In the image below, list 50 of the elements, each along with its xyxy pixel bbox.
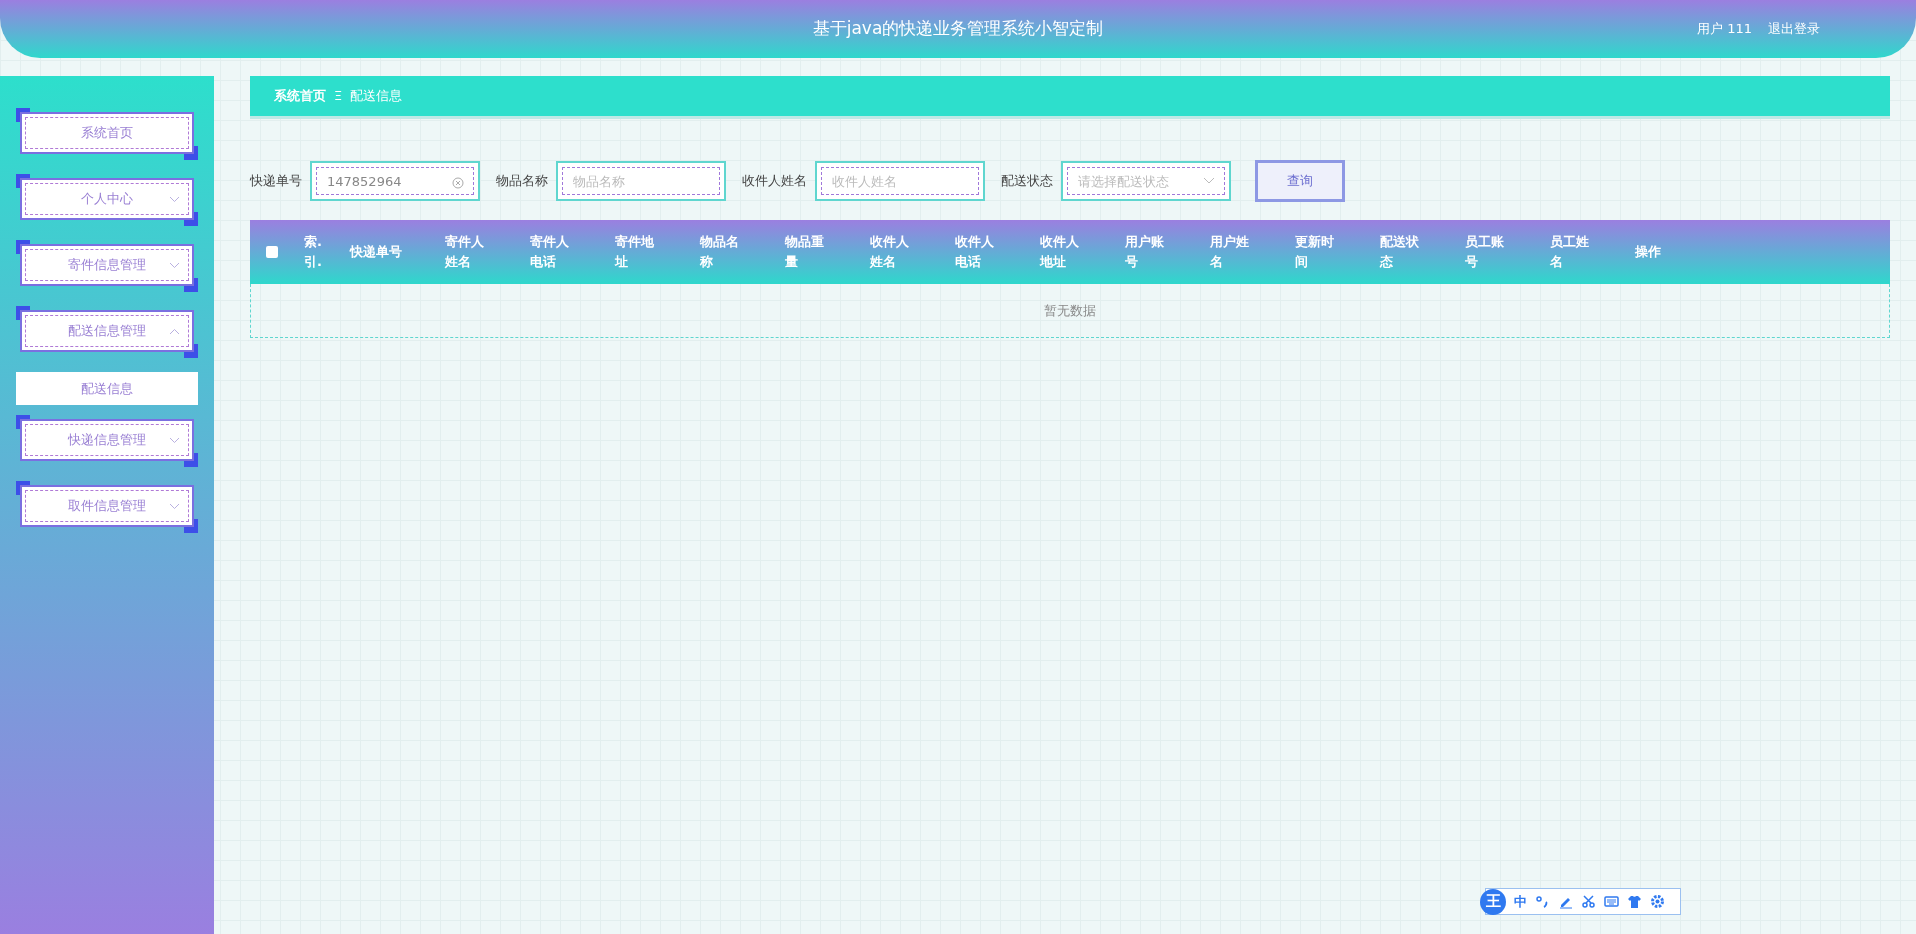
column-header[interactable]: 用户账号 xyxy=(1125,231,1166,273)
column-header[interactable]: 员工账号 xyxy=(1465,231,1506,273)
scissors-icon[interactable] xyxy=(1581,894,1596,909)
shirt-icon[interactable] xyxy=(1627,894,1642,909)
breadcrumb-item[interactable]: 系统首页 xyxy=(274,86,326,106)
column-header[interactable]: 物品重量 xyxy=(785,231,826,273)
select-all-checkbox[interactable] xyxy=(266,246,278,258)
ime-mode-toggle[interactable]: 中 xyxy=(1514,891,1527,912)
user-label: 用户 111 xyxy=(1697,20,1752,39)
search-button[interactable]: 查询 xyxy=(1255,160,1345,202)
ime-logo[interactable]: 王 xyxy=(1480,888,1506,915)
column-header[interactable]: 物品名称 xyxy=(700,231,741,273)
column-header[interactable]: 寄件人姓名 xyxy=(445,231,486,273)
menu-item[interactable]: 快递信息管理 xyxy=(20,419,194,461)
breadcrumb-separator: Ξ xyxy=(334,87,343,106)
column-header[interactable]: 索.引. xyxy=(304,231,320,273)
column-header[interactable]: 收件人电话 xyxy=(955,231,996,273)
field-label: 快递单号 xyxy=(250,172,302,191)
column-header[interactable]: 寄件地址 xyxy=(615,231,656,273)
submenu-item[interactable]: 配送信息 xyxy=(16,372,198,405)
field-label: 配送状态 xyxy=(1001,172,1053,191)
empty-message: 暂无数据 xyxy=(1044,301,1096,320)
chevron-icon xyxy=(1203,177,1215,185)
menu-item[interactable]: 系统首页 xyxy=(20,112,194,154)
menu-item[interactable]: 寄件信息管理 xyxy=(20,244,194,286)
column-header[interactable]: 更新时间 xyxy=(1295,231,1336,273)
column-header[interactable]: 用户姓名 xyxy=(1210,231,1251,273)
column-header[interactable]: 快递单号 xyxy=(350,241,402,263)
column-header[interactable]: 收件人姓名 xyxy=(870,231,911,273)
input-field[interactable]: 147852964 xyxy=(316,167,474,195)
field-label: 收件人姓名 xyxy=(742,172,807,191)
column-header[interactable]: 寄件人电话 xyxy=(530,231,571,273)
column-header[interactable]: 配送状态 xyxy=(1380,231,1421,273)
keyboard-icon[interactable] xyxy=(1604,894,1619,909)
menu-item[interactable]: 配送信息管理 xyxy=(20,310,194,352)
select-field[interactable]: 请选择配送状态 xyxy=(1067,167,1225,195)
column-header[interactable]: 操作 xyxy=(1635,241,1661,263)
field-label: 物品名称 xyxy=(496,172,548,191)
input-field[interactable]: 收件人姓名 xyxy=(821,167,979,195)
input-field[interactable]: 物品名称 xyxy=(562,167,720,195)
column-header[interactable]: 收件人地址 xyxy=(1040,231,1081,273)
clear-icon[interactable] xyxy=(452,177,464,189)
app-title: 基于java的快递业务管理系统小智定制 xyxy=(812,17,1104,41)
column-header[interactable]: 员工姓名 xyxy=(1550,231,1591,273)
menu-item[interactable]: 取件信息管理 xyxy=(20,485,194,527)
logout-link[interactable]: 退出登录 xyxy=(1768,19,1820,39)
settings-icon[interactable] xyxy=(1650,894,1665,909)
menu-item[interactable]: 个人中心 xyxy=(20,178,194,220)
breadcrumb-item: 配送信息 xyxy=(350,87,403,106)
punctuation-icon[interactable] xyxy=(1535,894,1550,909)
